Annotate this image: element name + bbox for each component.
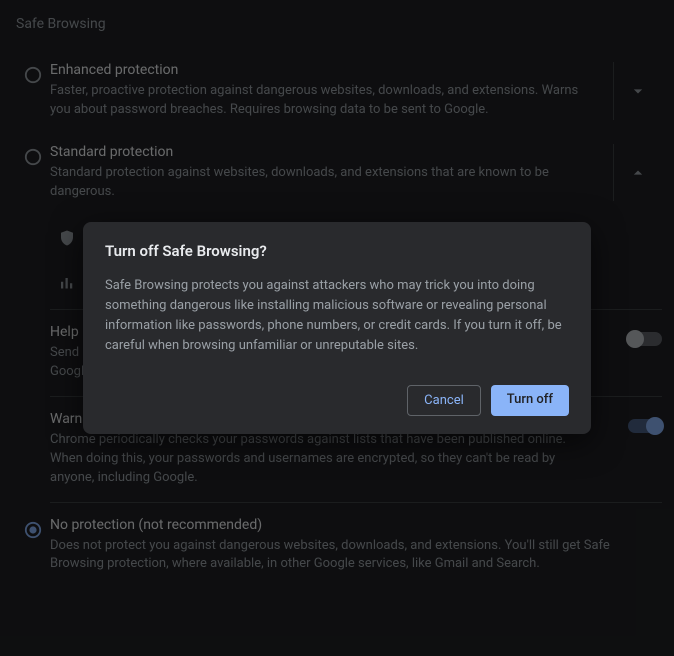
dialog-body: Safe Browsing protects you against attac… (105, 276, 569, 357)
dialog-title: Turn off Safe Browsing? (105, 242, 569, 260)
cancel-button[interactable]: Cancel (407, 385, 481, 416)
turn-off-button[interactable]: Turn off (491, 385, 569, 416)
turn-off-safe-browsing-dialog: Turn off Safe Browsing? Safe Browsing pr… (83, 222, 591, 434)
